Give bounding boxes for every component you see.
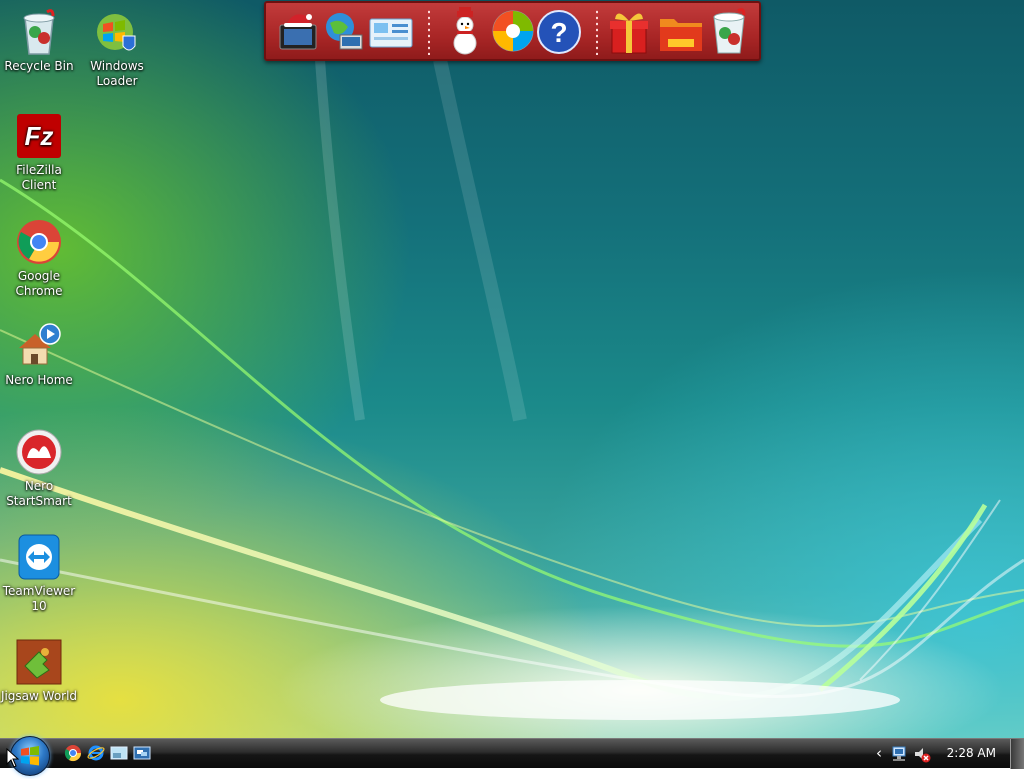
chrome-icon — [17, 220, 61, 264]
show-desktop-button[interactable] — [1010, 739, 1024, 769]
dock-item-gift[interactable] — [606, 7, 652, 57]
dock: ? — [264, 1, 761, 61]
dock-item-control-panel[interactable] — [368, 7, 414, 57]
dock-separator — [428, 9, 430, 55]
dock-item-help[interactable]: ? — [536, 7, 582, 57]
desktop-icon-recycle-bin[interactable]: Recycle Bin — [0, 8, 78, 74]
dock-item-folder[interactable] — [658, 7, 704, 57]
mouse-cursor-icon — [6, 748, 20, 768]
network-icon[interactable] — [890, 745, 908, 763]
desktop-icon-teamviewer[interactable]: TeamViewer 10 — [0, 533, 78, 614]
filezilla-icon: Fz — [17, 114, 61, 158]
dock-item-globe-network[interactable] — [320, 7, 366, 57]
desktop[interactable]: Recycle Bin Windows Loader Fz FileZilla … — [0, 0, 1024, 738]
volume-muted-icon[interactable] — [913, 745, 931, 763]
desktop-icon-label: Google Chrome — [15, 269, 63, 298]
recycle-bin-icon — [713, 8, 746, 54]
santa-computer-icon — [279, 14, 317, 50]
windows-loader-icon — [97, 14, 136, 51]
chrome-quicklaunch-icon — [64, 745, 82, 762]
snowman-icon — [453, 7, 477, 55]
desktop-icon-label: Nero StartSmart — [6, 479, 72, 508]
desktop-icon-label: Jigsaw World — [0, 689, 78, 703]
teamviewer-icon — [18, 534, 60, 580]
help-icon: ? — [537, 10, 581, 54]
nero-startsmart-icon — [16, 429, 62, 475]
desktop-icon-nero-home[interactable]: Nero Home — [0, 322, 78, 388]
recycle-bin-icon — [23, 9, 55, 55]
taskbar: ‹ 2:28 AM — [0, 736, 1024, 776]
dock-separator — [596, 9, 598, 55]
desktop-icon-jigsaw-world[interactable]: Jigsaw World — [0, 638, 78, 704]
desktop-icon-label: TeamViewer 10 — [2, 584, 76, 613]
globe-network-icon — [326, 13, 363, 50]
desktop-icon-label: Recycle Bin — [4, 59, 74, 73]
jigsaw-world-icon — [16, 639, 62, 685]
dock-item-recycle-bin[interactable] — [706, 7, 752, 57]
switch-windows-icon — [133, 746, 151, 760]
desktop-icon-label: Windows Loader — [90, 59, 144, 88]
help-glyph: ? — [550, 17, 567, 48]
internet-explorer-icon — [87, 745, 105, 761]
nero-home-icon — [19, 323, 61, 365]
desktop-icon-label: FileZilla Client — [16, 163, 62, 192]
desktop-icon-filezilla[interactable]: Fz FileZilla Client — [0, 112, 78, 193]
quicklaunch-chrome[interactable] — [64, 744, 82, 762]
filezilla-glyph: Fz — [25, 121, 54, 151]
control-panel-icon — [369, 18, 413, 48]
show-desktop-quicklaunch-icon — [110, 746, 128, 760]
quicklaunch-internet-explorer[interactable] — [87, 744, 105, 762]
desktop-icon-google-chrome[interactable]: Google Chrome — [0, 218, 78, 299]
wallpaper-waves — [0, 58, 1024, 720]
tray-clock[interactable]: 2:28 AM — [947, 746, 996, 760]
desktop-icon-label: Nero Home — [5, 373, 73, 387]
dock-item-snowman[interactable] — [442, 7, 488, 57]
folder-icon — [660, 19, 702, 51]
desktop-icon-nero-startsmart[interactable]: Nero StartSmart — [0, 428, 78, 509]
dock-item-windows-shield[interactable] — [490, 7, 536, 57]
quicklaunch-show-desktop[interactable] — [110, 744, 128, 762]
desktop-icon-windows-loader[interactable]: Windows Loader — [78, 8, 156, 89]
dock-item-santa-computer[interactable] — [276, 7, 322, 57]
quicklaunch-switch-windows[interactable] — [133, 744, 151, 762]
tray-expand-arrow[interactable]: ‹ — [876, 744, 882, 762]
windows-shield-icon — [492, 10, 534, 52]
gift-icon — [610, 13, 648, 54]
